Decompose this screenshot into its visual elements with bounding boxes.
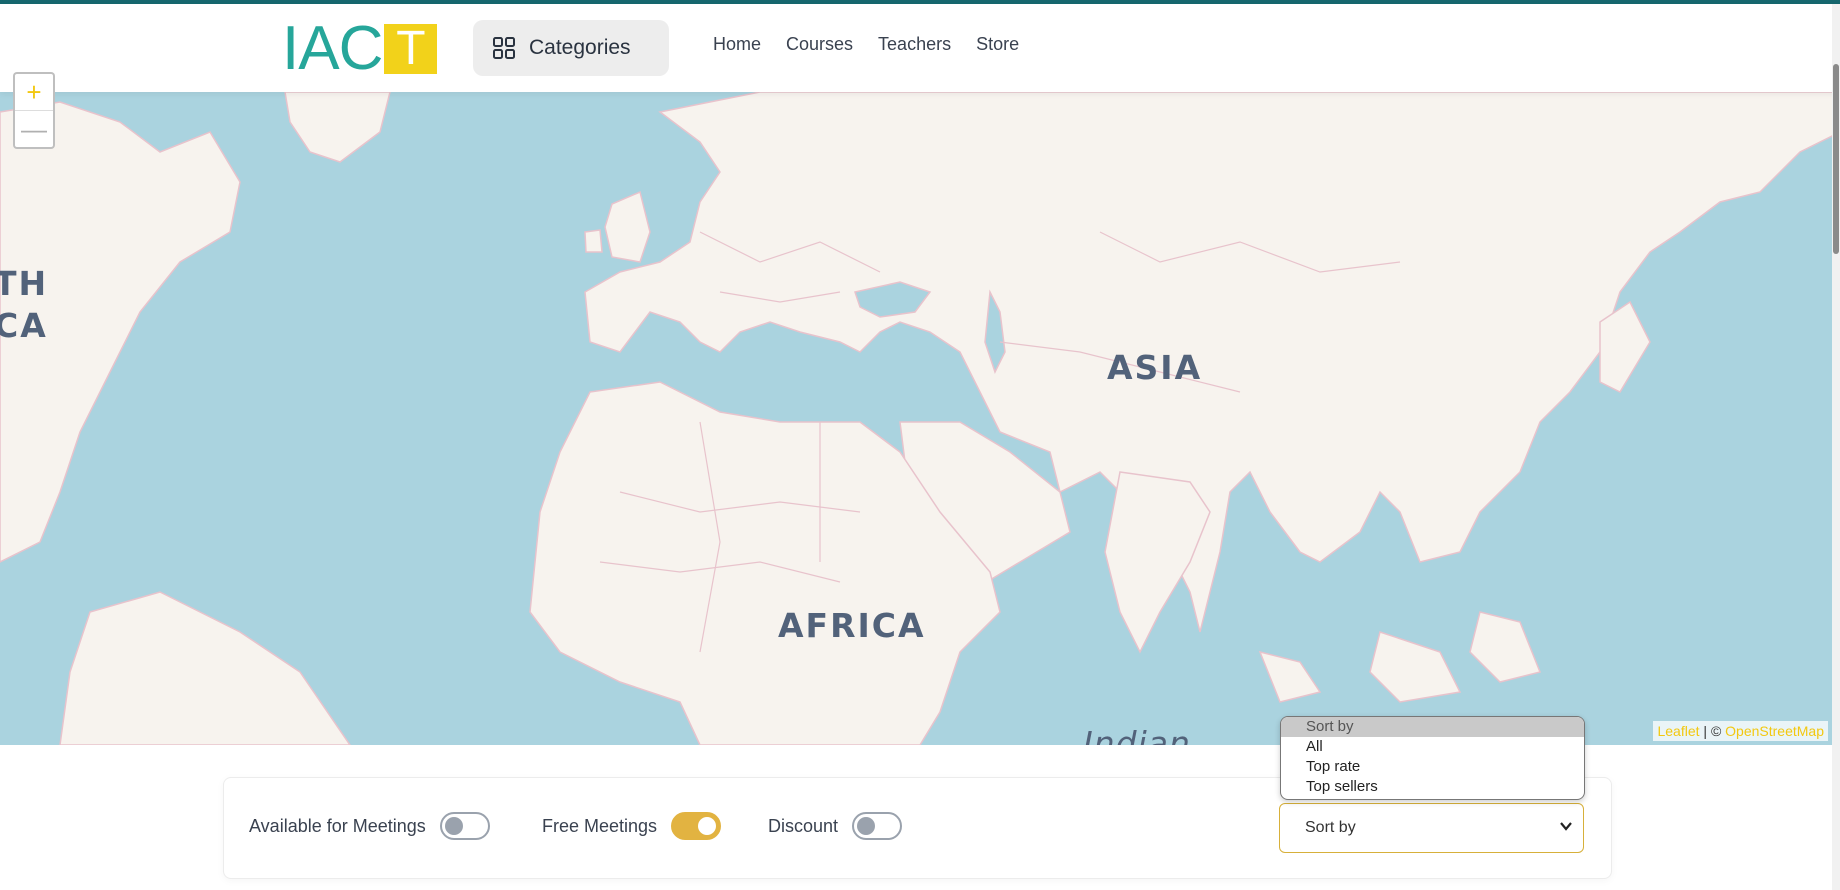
page-scrollbar[interactable] — [1832, 4, 1840, 890]
discount-filter: Discount — [768, 812, 903, 840]
sort-option-top-rate[interactable]: Top rate — [1281, 757, 1584, 777]
nav-teachers[interactable]: Teachers — [878, 34, 951, 55]
chevron-down-icon — [1560, 822, 1572, 831]
nav-store[interactable]: Store — [976, 34, 1019, 55]
sort-select[interactable]: Sort by — [1279, 803, 1584, 853]
main-nav: Home Courses Teachers Store — [713, 34, 1019, 55]
site-logo[interactable]: IAC T — [282, 14, 438, 83]
site-header: IAC T Categories Home Courses Teachers S… — [0, 4, 1840, 92]
toggle-knob — [444, 817, 463, 835]
map-attribution: Leaflet | © OpenStreetMap — [1653, 721, 1828, 741]
osm-link[interactable]: OpenStreetMap — [1725, 723, 1824, 739]
sort-select-value: Sort by — [1305, 819, 1356, 836]
logo-text: IAC — [282, 14, 383, 83]
attribution-separator: | © — [1699, 723, 1726, 739]
logo-t-box: T — [384, 24, 438, 74]
available-for-meetings-filter: Available for Meetings — [249, 812, 490, 840]
available-for-meetings-toggle[interactable] — [439, 812, 490, 840]
nav-home[interactable]: Home — [713, 34, 761, 55]
free-meetings-filter: Free Meetings — [542, 812, 722, 840]
nav-courses[interactable]: Courses — [786, 34, 853, 55]
discount-label: Discount — [768, 815, 839, 836]
map-zoom-control: + — — [13, 72, 55, 149]
available-for-meetings-label: Available for Meetings — [249, 815, 426, 836]
world-map[interactable]: TH CA ASIA AFRICA Indian Leaflet | © Ope… — [0, 92, 1840, 745]
free-meetings-toggle[interactable] — [671, 812, 722, 840]
label-asia: ASIA — [1107, 348, 1203, 387]
sort-dropdown-list: Sort by All Top rate Top sellers — [1280, 716, 1585, 800]
label-north-america-b: CA — [0, 306, 48, 345]
toggle-knob — [857, 817, 876, 835]
free-meetings-label: Free Meetings — [542, 815, 658, 836]
sort-option-sort-by[interactable]: Sort by — [1281, 717, 1584, 737]
zoom-in-button[interactable]: + — [15, 74, 53, 111]
sort-option-top-sellers[interactable]: Top sellers — [1281, 777, 1584, 797]
label-ocean: Indian — [1083, 724, 1191, 745]
sort-option-all[interactable]: All — [1281, 737, 1584, 757]
grid-icon — [493, 37, 515, 59]
leaflet-link[interactable]: Leaflet — [1657, 723, 1699, 739]
categories-button[interactable]: Categories — [473, 20, 669, 76]
map-tiles — [0, 92, 1840, 745]
scrollbar-thumb[interactable] — [1833, 64, 1839, 254]
categories-label: Categories — [529, 36, 631, 59]
zoom-out-button[interactable]: — — [15, 111, 53, 147]
discount-toggle[interactable] — [852, 812, 903, 840]
label-north-america-a: TH — [0, 264, 49, 303]
label-africa: AFRICA — [778, 606, 926, 645]
toggle-knob — [698, 817, 717, 835]
